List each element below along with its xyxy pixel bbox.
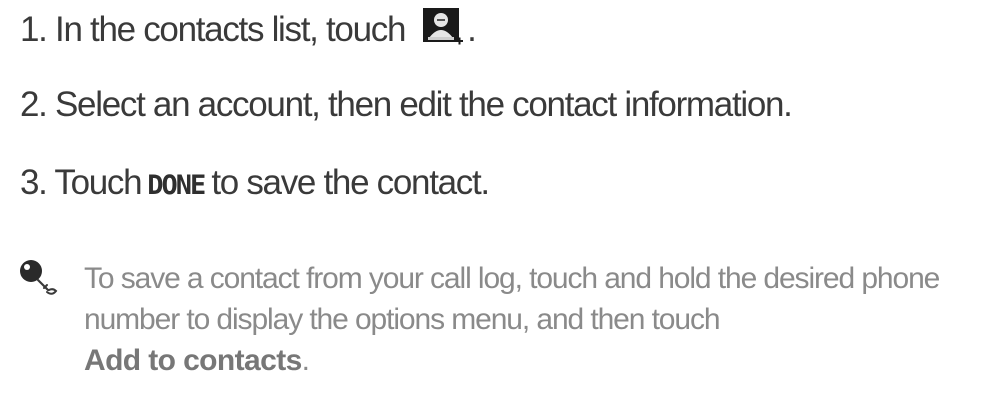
step-1-end: . (467, 10, 477, 49)
step-3: 3. Touch DONE to save the contact. (20, 163, 490, 206)
step-2: 2. Select an account, then edit the cont… (20, 85, 793, 125)
step-3-after: to save the contact. (211, 163, 490, 202)
tip-text: To save a contact from your call log, to… (84, 262, 940, 336)
step-1: 1. In the contacts list, touch . (20, 8, 477, 50)
add-contact-icon (423, 8, 464, 48)
add-to-contacts-label: Add to contacts (84, 344, 302, 377)
tip-text-block: To save a contact from your call log, to… (84, 258, 984, 381)
done-button-label: DONE (147, 170, 206, 201)
tip-end: . (301, 344, 310, 377)
step-2-text: 2. Select an account, then edit the cont… (20, 85, 793, 124)
tip-key-icon (18, 258, 62, 298)
step-1-text: 1. In the contacts list, touch (20, 10, 406, 49)
step-3-before: 3. Touch (20, 163, 143, 202)
